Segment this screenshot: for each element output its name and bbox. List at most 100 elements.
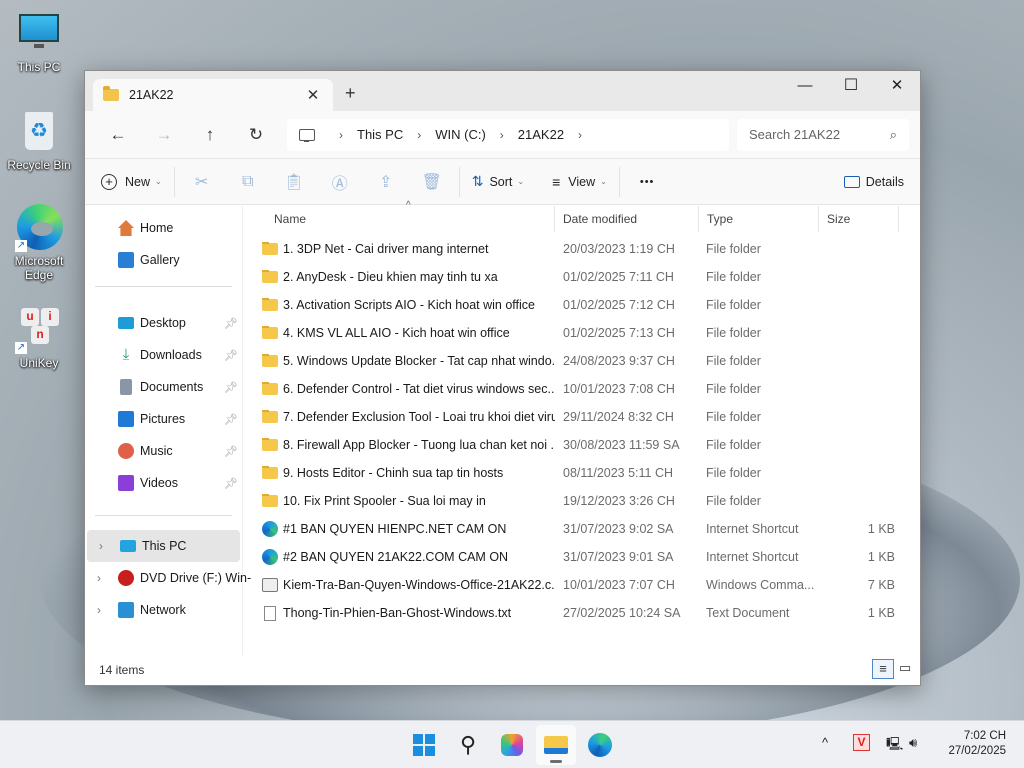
- sidebar-item-desktop[interactable]: Desktop 📌︎: [85, 307, 242, 339]
- desktop-icon-this-pc[interactable]: This PC: [1, 10, 77, 74]
- file-row[interactable]: 9. Hosts Editor - Chinh sua tap tin host…: [243, 459, 920, 487]
- sidebar-item-videos[interactable]: Videos 📌︎: [85, 467, 242, 499]
- tab-21ak22[interactable]: 21AK22 ✕: [93, 79, 333, 111]
- sidebar-item-gallery[interactable]: Gallery: [85, 244, 242, 276]
- share-icon[interactable]: ⇪: [363, 172, 409, 192]
- details-button[interactable]: Details: [836, 166, 912, 198]
- chevron-right-icon[interactable]: ›: [500, 128, 504, 142]
- details-label: Details: [865, 174, 904, 189]
- sidebar-item-documents[interactable]: Documents 📌︎: [85, 371, 242, 403]
- desktop-icon-edge[interactable]: ↗ Microsoft Edge: [1, 204, 77, 282]
- file-row[interactable]: Kiem-Tra-Ban-Quyen-Windows-Office-21AK22…: [243, 571, 920, 599]
- close-button[interactable]: ✕: [874, 71, 920, 101]
- status-bar: 14 items ≡ ▭: [85, 655, 920, 685]
- paste-icon[interactable]: 📋︎: [271, 172, 317, 192]
- rename-icon[interactable]: Ⓐ: [317, 170, 363, 194]
- chevron-right-icon[interactable]: ›: [99, 539, 103, 553]
- file-row[interactable]: 8. Firewall App Blocker - Tuong lua chan…: [243, 431, 920, 459]
- sort-button[interactable]: ⇅ Sort ⌄: [464, 166, 532, 198]
- tiles-view-icon[interactable]: ▭: [894, 659, 916, 679]
- file-explorer-taskbar-button[interactable]: [536, 725, 576, 765]
- pin-icon[interactable]: 📌︎: [224, 349, 238, 362]
- shortcut-arrow-icon: ↗: [15, 342, 27, 354]
- file-row[interactable]: 4. KMS VL ALL AIO - Kich hoat win office…: [243, 319, 920, 347]
- file-row[interactable]: 5. Windows Update Blocker - Tat cap nhat…: [243, 347, 920, 375]
- column-name[interactable]: Name: [243, 206, 555, 232]
- search-box[interactable]: ⌕: [737, 118, 909, 151]
- breadcrumb-21ak22[interactable]: 21AK22: [518, 127, 564, 142]
- computer-icon: [299, 128, 315, 142]
- chevron-right-icon[interactable]: ›: [339, 128, 343, 142]
- file-row[interactable]: #2 BAN QUYEN 21AK22.COM CAM ON 31/07/2023…: [243, 543, 920, 571]
- volume-icon[interactable]: 🔊︎: [909, 735, 917, 751]
- maximize-button[interactable]: ☐: [828, 71, 874, 101]
- chevron-right-icon[interactable]: ›: [97, 571, 101, 585]
- cut-icon[interactable]: ✂: [179, 172, 225, 192]
- sidebar-item-dvd-drive[interactable]: › DVD Drive (F:) Win-: [85, 562, 251, 594]
- more-options-button[interactable]: •••: [632, 166, 663, 198]
- sidebar-item-network[interactable]: › Network: [85, 594, 242, 626]
- edge-taskbar-button[interactable]: [580, 725, 620, 765]
- file-date: 01/02/2025 7:11 CH: [563, 270, 674, 284]
- sidebar-item-music[interactable]: Music 📌︎: [85, 435, 242, 467]
- pin-icon[interactable]: 📌︎: [224, 477, 238, 490]
- view-button[interactable]: ≡ View ⌄: [544, 166, 615, 198]
- copy-icon[interactable]: ⧉: [225, 173, 271, 191]
- pin-icon[interactable]: 📌︎: [224, 381, 238, 394]
- copilot-button[interactable]: [492, 725, 532, 765]
- chevron-right-icon[interactable]: ›: [578, 128, 582, 142]
- file-list: ^ Name Date modified Type Size 1. 3DP Ne…: [243, 200, 920, 655]
- pin-icon[interactable]: 📌︎: [224, 445, 238, 458]
- column-size[interactable]: Size: [819, 206, 899, 232]
- desktop-icon-recycle-bin[interactable]: ♻ Recycle Bin: [1, 108, 77, 172]
- up-button[interactable]: ↑: [187, 125, 233, 145]
- forward-button[interactable]: →: [141, 125, 187, 145]
- breadcrumb-win-c[interactable]: WIN (C:): [435, 127, 486, 142]
- pin-icon[interactable]: 📌︎: [224, 317, 238, 330]
- unikey-tray-icon[interactable]: V: [853, 734, 870, 751]
- file-row[interactable]: 6. Defender Control - Tat diet virus win…: [243, 375, 920, 403]
- show-hidden-icons-button[interactable]: ^: [822, 735, 828, 750]
- file-row[interactable]: 1. 3DP Net - Cai driver mang internet 20/…: [243, 235, 920, 263]
- sidebar-item-downloads[interactable]: ⤓ Downloads 📌︎: [85, 339, 242, 371]
- file-name-cell: #1 BAN QUYEN HIENPC.NET CAM ON: [243, 521, 555, 537]
- sidebar-item-home[interactable]: Home: [85, 212, 242, 244]
- file-row[interactable]: 7. Defender Exclusion Tool - Loai tru kh…: [243, 403, 920, 431]
- file-date: 27/02/2025 10:24 SA: [563, 606, 681, 620]
- file-row[interactable]: #1 BAN QUYEN HIENPC.NET CAM ON 31/07/2023…: [243, 515, 920, 543]
- minimize-button[interactable]: —: [782, 71, 828, 101]
- pin-icon[interactable]: 📌︎: [224, 413, 238, 426]
- command-bar: + New ⌄ ✂ ⧉ 📋︎ Ⓐ ⇪ 🗑︎ ⇅ Sort ⌄ ≡ View ⌄ …: [85, 159, 920, 205]
- videos-icon: [118, 475, 134, 491]
- file-row[interactable]: 2. AnyDesk - Dieu khien may tinh tu xa 01…: [243, 263, 920, 291]
- tab-close-icon[interactable]: ✕: [303, 86, 323, 104]
- file-size: 1 KB: [867, 606, 895, 620]
- chevron-right-icon[interactable]: ›: [97, 603, 101, 617]
- network-tray-icon[interactable]: 🖳: [886, 735, 903, 757]
- file-row[interactable]: Thong-Tin-Phien-Ban-Ghost-Windows.txt 27/…: [243, 599, 920, 627]
- taskbar-search-button[interactable]: ⚲: [448, 725, 488, 765]
- clock[interactable]: 7:02 CH 27/02/2025: [948, 729, 1006, 759]
- new-tab-button[interactable]: +: [345, 83, 356, 104]
- back-button[interactable]: ←: [95, 125, 141, 145]
- chevron-right-icon[interactable]: ›: [417, 128, 421, 142]
- recycle-bin-icon: ♻: [15, 108, 63, 156]
- new-button[interactable]: + New ⌄: [93, 166, 170, 198]
- start-button[interactable]: [404, 725, 444, 765]
- unikey-icon: u i n ↗: [15, 306, 63, 354]
- address-bar[interactable]: › This PC › WIN (C:) › 21AK22 ›: [287, 118, 729, 151]
- sidebar-item-this-pc[interactable]: › This PC: [87, 530, 240, 562]
- search-input[interactable]: [749, 127, 890, 142]
- file-row[interactable]: 3. Activation Scripts AIO - Kich hoat wi…: [243, 291, 920, 319]
- refresh-button[interactable]: ↻: [233, 125, 279, 145]
- breadcrumb-this-pc[interactable]: This PC: [357, 127, 403, 142]
- desktop-icon-unikey[interactable]: u i n ↗ UniKey: [1, 306, 77, 370]
- column-type[interactable]: Type: [699, 206, 819, 232]
- file-name: 2. AnyDesk - Dieu khien may tinh tu xa: [283, 270, 498, 284]
- column-date-modified[interactable]: Date modified: [555, 206, 699, 232]
- details-view-icon[interactable]: ≡: [872, 659, 894, 679]
- delete-icon[interactable]: 🗑︎: [409, 172, 455, 192]
- file-row[interactable]: 10. Fix Print Spooler - Sua loi may in 19…: [243, 487, 920, 515]
- sidebar-item-pictures[interactable]: Pictures 📌︎: [85, 403, 242, 435]
- file-name: 10. Fix Print Spooler - Sua loi may in: [283, 494, 486, 508]
